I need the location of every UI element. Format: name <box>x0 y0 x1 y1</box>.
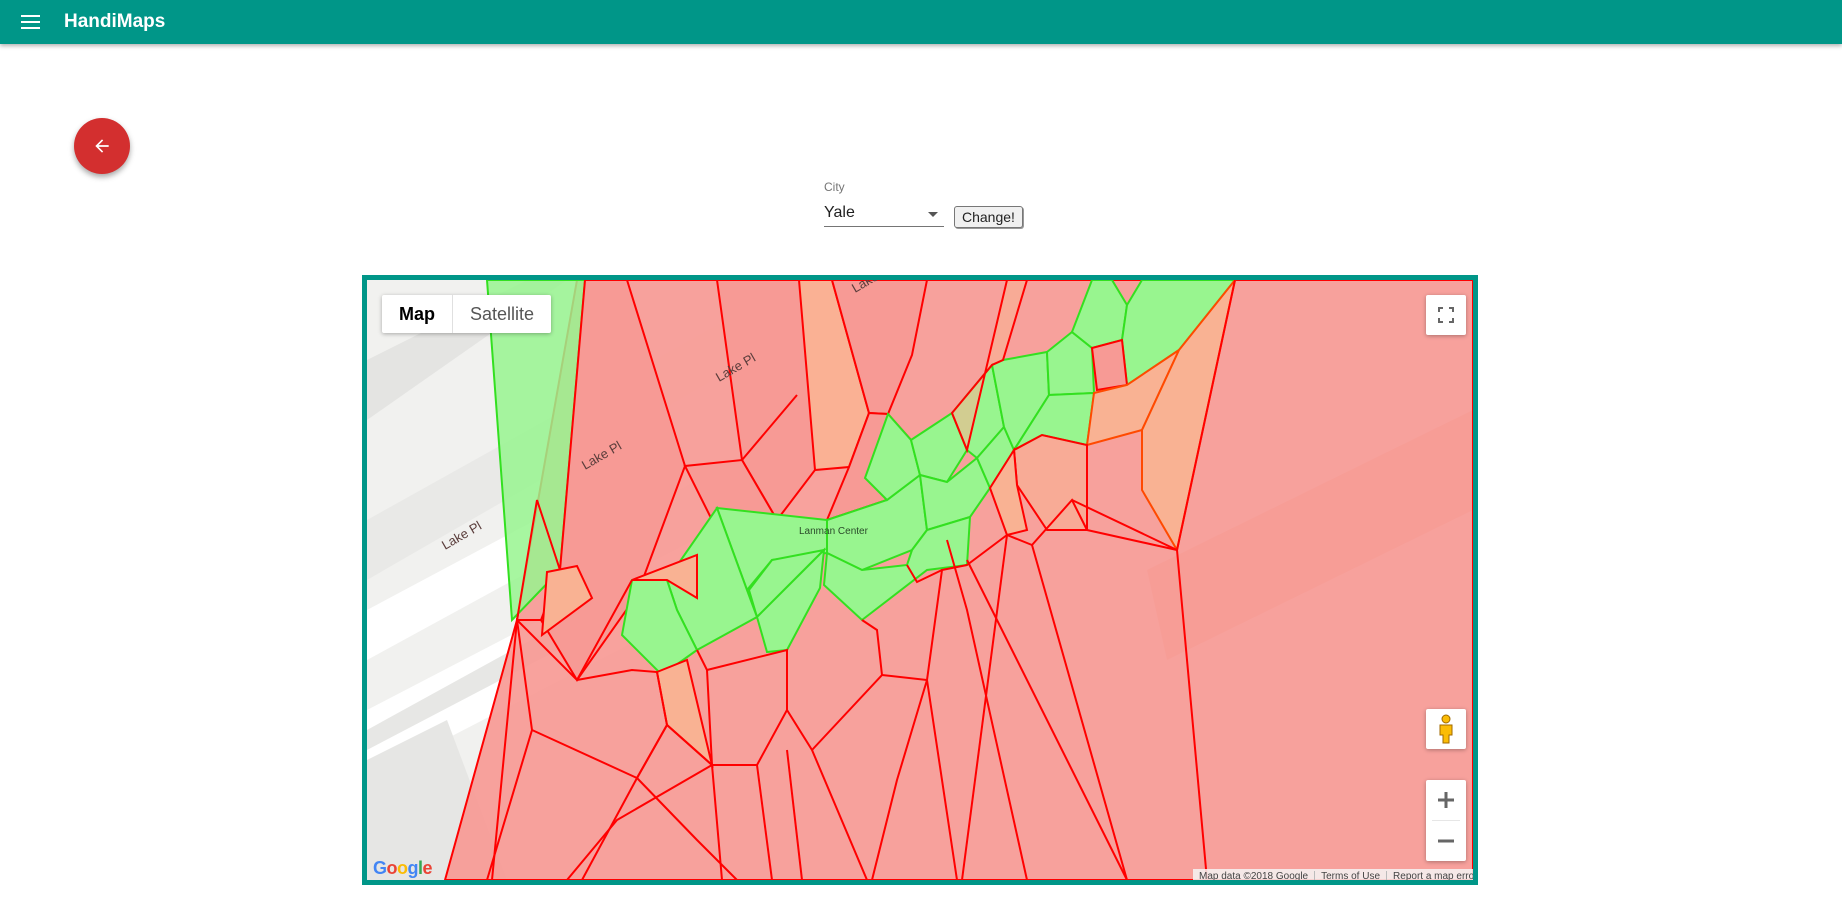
google-logo-letter: G <box>373 858 387 878</box>
city-select[interactable]: Yale <box>824 204 944 227</box>
voronoi-regions <box>443 280 1473 880</box>
plus-icon <box>1438 792 1454 808</box>
menu-button[interactable] <box>0 0 60 44</box>
google-logo-letter: e <box>422 858 433 878</box>
arrow-back-icon <box>95 139 109 153</box>
app-bar: HandiMaps <box>0 0 1842 44</box>
zoom-control <box>1426 780 1466 861</box>
app-title: HandiMaps <box>64 11 166 32</box>
map-type-map-button[interactable]: Map <box>382 295 453 333</box>
region-green <box>1090 338 1129 392</box>
minus-icon <box>1438 839 1454 843</box>
city-select-value: Yale <box>824 204 855 221</box>
google-logo-letter: o <box>386 858 398 878</box>
map-attribution: Map data ©2018 Google Terms of Use Repor… <box>1193 869 1473 882</box>
change-button[interactable]: Change! <box>954 206 1023 228</box>
terms-of-use-link[interactable]: Terms of Use <box>1315 871 1386 881</box>
map-type-control: Map Satellite <box>382 295 552 333</box>
city-label: City <box>824 180 845 194</box>
map-data-text: Map data ©2018 Google <box>1199 870 1309 882</box>
map-type-satellite-button[interactable]: Satellite <box>453 295 551 333</box>
google-logo-letter: g <box>407 858 419 878</box>
fullscreen-button[interactable] <box>1426 295 1466 335</box>
city-form: City Yale Change! <box>824 180 1023 228</box>
back-button[interactable] <box>74 118 130 174</box>
google-logo-letter: o <box>397 858 408 878</box>
report-error-link[interactable]: Report a map error <box>1387 871 1473 881</box>
google-logo[interactable]: Google <box>373 858 433 879</box>
street-view-button[interactable] <box>1426 709 1466 749</box>
zoom-in-button[interactable] <box>1426 780 1466 820</box>
fullscreen-icon <box>1438 307 1454 323</box>
menu-icon <box>20 15 40 29</box>
chevron-down-icon <box>928 212 938 217</box>
pegman-icon <box>1439 714 1453 744</box>
place-label: Lanman Center <box>799 526 869 537</box>
map-container[interactable]: Lake Pl Lake Pl Lake Pl Lake Pl Lanman C… <box>362 275 1478 885</box>
map-canvas[interactable]: Lake Pl Lake Pl Lake Pl Lake Pl Lanman C… <box>367 280 1473 880</box>
zoom-out-button[interactable] <box>1426 821 1466 861</box>
